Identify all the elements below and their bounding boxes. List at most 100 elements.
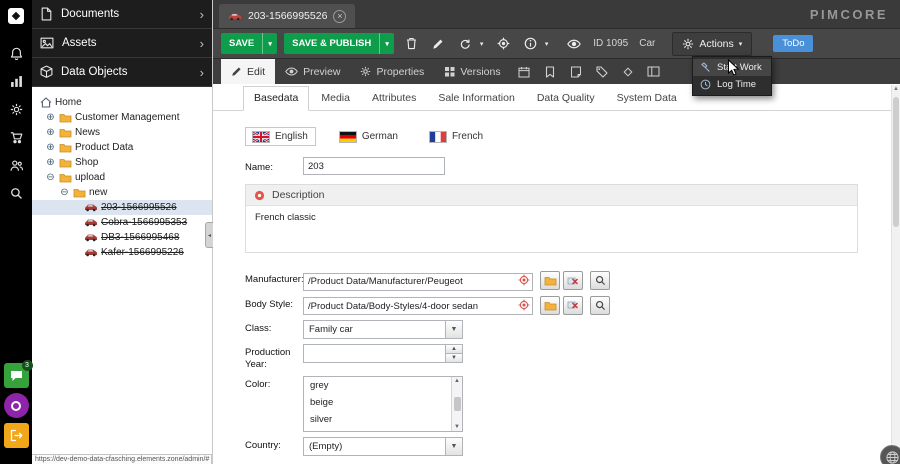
tree-item-upload[interactable]: ⊖ upload xyxy=(32,170,212,185)
menu-item-log-time[interactable]: Log Time xyxy=(693,76,771,93)
tab-sale-information[interactable]: Sale Information xyxy=(428,87,524,110)
spinner-down-icon[interactable]: ▼ xyxy=(446,354,462,362)
scroll-up-icon[interactable]: ▲ xyxy=(892,86,900,92)
class-select[interactable]: Family car ▼ xyxy=(303,320,463,339)
notifications-icon[interactable] xyxy=(0,39,32,67)
chevron-down-icon[interactable]: ▼ xyxy=(445,321,462,338)
schedule-button[interactable] xyxy=(511,59,537,84)
tab-preview[interactable]: Preview xyxy=(275,59,350,84)
tree-item-home[interactable]: Home xyxy=(32,95,212,110)
open-preview-button[interactable] xyxy=(564,33,584,55)
focus-mode-icon[interactable] xyxy=(4,393,29,418)
chevron-down-icon[interactable]: ▼ xyxy=(445,438,462,455)
settings-icon[interactable] xyxy=(0,95,32,123)
lang-tab-german[interactable]: German xyxy=(332,127,406,146)
tags-button[interactable] xyxy=(589,59,615,84)
customers-icon[interactable] xyxy=(0,151,32,179)
scroll-down-icon[interactable]: ▼ xyxy=(454,424,460,430)
search-icon[interactable] xyxy=(0,179,32,207)
tree-item-news[interactable]: ⊕ News xyxy=(32,125,212,140)
locate-in-tree-button[interactable] xyxy=(493,33,513,55)
expand-icon[interactable]: ⊕ xyxy=(45,128,56,138)
delete-button[interactable] xyxy=(401,33,421,55)
expand-icon[interactable]: ⊕ xyxy=(45,143,56,153)
tree-item-203-selected[interactable]: 203-1566995526 xyxy=(32,200,212,215)
tab-basedata[interactable]: Basedata xyxy=(243,86,309,111)
list-scrollbar[interactable]: ▲ ▼ xyxy=(451,377,462,431)
chat-icon[interactable]: 3 xyxy=(4,363,29,388)
close-icon[interactable]: × xyxy=(333,10,346,23)
color-option-beige[interactable]: beige xyxy=(304,394,462,411)
tab-attributes[interactable]: Attributes xyxy=(362,87,426,110)
sidebar-collapse-handle[interactable]: ◂ xyxy=(205,222,213,248)
expand-icon[interactable]: ⊕ xyxy=(45,113,56,123)
object-tab-203[interactable]: 203-1566995526 × xyxy=(219,4,355,28)
panel-documents[interactable]: Documents › xyxy=(32,0,212,29)
tab-data-quality[interactable]: Data Quality xyxy=(527,87,605,110)
tree-item-product-data[interactable]: ⊕ Product Data xyxy=(32,140,212,155)
save-dropdown-caret[interactable]: ▾ xyxy=(262,33,277,54)
color-option-silver[interactable]: silver xyxy=(304,411,462,428)
country-select[interactable]: (Empty) ▼ xyxy=(303,437,463,456)
description-body[interactable]: French classic xyxy=(246,206,857,252)
tab-versions[interactable]: Versions xyxy=(434,59,510,84)
pimcore-logo-icon[interactable] xyxy=(7,7,25,30)
tab-system-data[interactable]: System Data xyxy=(607,87,687,110)
panel-data-objects[interactable]: Data Objects › xyxy=(32,58,212,87)
tree-item-db3[interactable]: DB3-1566995468 xyxy=(32,230,212,245)
spinner-up-icon[interactable]: ▲ xyxy=(446,345,462,354)
remove-relation-button[interactable] xyxy=(563,296,583,315)
car-icon xyxy=(228,12,242,21)
production-year-spinner[interactable]: ▲ ▼ xyxy=(303,344,463,363)
notes-button[interactable] xyxy=(563,59,589,84)
save-button[interactable]: SAVE ▾ xyxy=(221,33,277,54)
open-relation-button[interactable] xyxy=(540,296,560,315)
actions-dropdown-caret[interactable]: ▾ xyxy=(739,40,743,48)
layout-button[interactable] xyxy=(641,59,667,84)
reports-icon[interactable] xyxy=(0,67,32,95)
color-multiselect[interactable]: grey beige silver ▲ ▼ xyxy=(303,376,463,432)
expand-icon[interactable]: ⊕ xyxy=(45,158,56,168)
ecommerce-cart-icon[interactable] xyxy=(0,123,32,151)
reload-dropdown-caret[interactable]: ▾ xyxy=(477,40,486,48)
info-button[interactable] xyxy=(520,33,540,55)
color-option-grey[interactable]: grey xyxy=(304,377,462,394)
lang-tab-english[interactable]: English xyxy=(245,127,316,146)
search-relation-button[interactable] xyxy=(590,271,610,290)
globe-icon[interactable] xyxy=(880,445,900,464)
rename-button[interactable] xyxy=(428,33,448,55)
tab-media[interactable]: Media xyxy=(311,87,360,110)
tree-item-kafer[interactable]: Kafer-1566995226 xyxy=(32,245,212,260)
save-publish-button[interactable]: SAVE & PUBLISH ▾ xyxy=(284,33,394,54)
reload-button[interactable] xyxy=(455,33,475,55)
scroll-thumb[interactable] xyxy=(454,397,461,411)
bookmark-button[interactable] xyxy=(537,59,563,84)
manufacturer-input[interactable] xyxy=(303,273,533,291)
lang-tab-french[interactable]: French xyxy=(422,127,491,146)
tree-item-customer-management[interactable]: ⊕ Customer Management xyxy=(32,110,212,125)
name-input[interactable] xyxy=(303,157,445,175)
scroll-thumb[interactable] xyxy=(893,97,899,227)
tab-properties[interactable]: Properties xyxy=(350,59,434,84)
tab-edit[interactable]: Edit xyxy=(221,59,275,84)
class-value: Family car xyxy=(304,321,445,338)
collapse-icon[interactable]: ⊖ xyxy=(45,173,56,183)
workflow-button[interactable] xyxy=(615,59,641,84)
scroll-up-icon[interactable]: ▲ xyxy=(454,378,460,384)
search-relation-button[interactable] xyxy=(590,296,610,315)
vertical-scrollbar[interactable]: ▲ xyxy=(891,85,900,464)
tree-item-shop[interactable]: ⊕ Shop xyxy=(32,155,212,170)
production-year-input[interactable] xyxy=(304,345,445,362)
logout-icon[interactable] xyxy=(4,423,29,448)
actions-button[interactable]: Actions ▾ xyxy=(672,32,752,56)
open-relation-button[interactable] xyxy=(540,271,560,290)
remove-relation-button[interactable] xyxy=(563,271,583,290)
body-style-input[interactable] xyxy=(303,297,533,315)
tree-item-new[interactable]: ⊖ new xyxy=(32,185,212,200)
folder-icon xyxy=(544,275,557,286)
save-publish-dropdown-caret[interactable]: ▾ xyxy=(379,33,394,54)
collapse-icon[interactable]: ⊖ xyxy=(59,188,70,198)
info-dropdown-caret[interactable]: ▾ xyxy=(542,40,551,48)
panel-assets[interactable]: Assets › xyxy=(32,29,212,58)
tree-item-cobra[interactable]: Cobra-1566995353 xyxy=(32,215,212,230)
